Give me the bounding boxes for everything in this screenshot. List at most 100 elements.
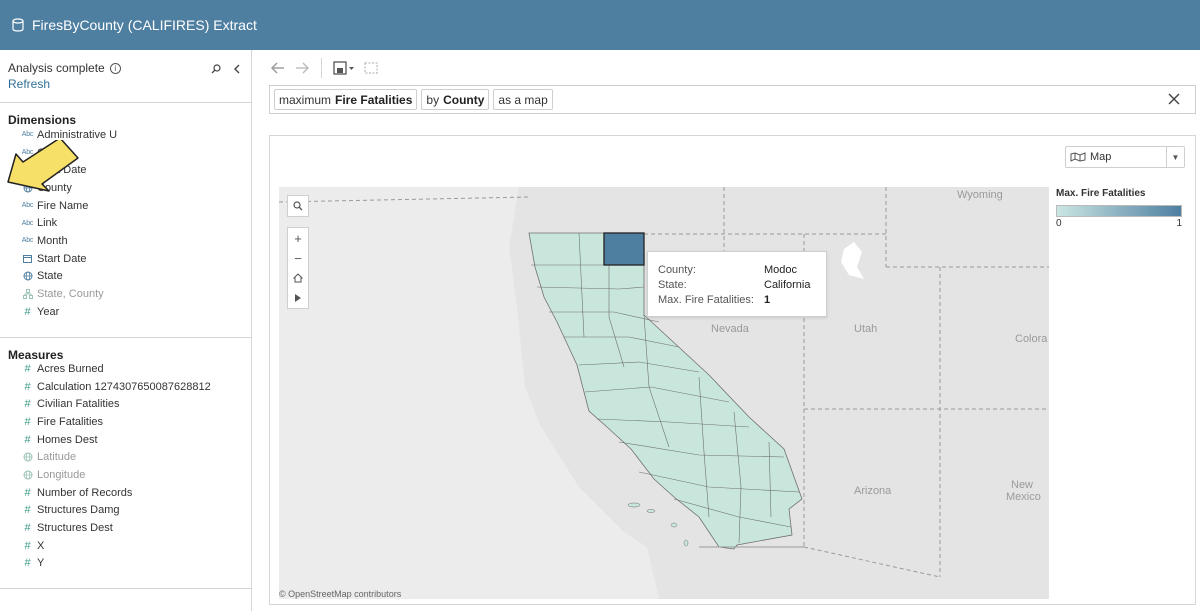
- string-type-icon: Abc: [21, 219, 34, 227]
- number-type-icon: #: [24, 398, 31, 411]
- viz-type-value: Map: [1090, 151, 1112, 163]
- field-label: State: [37, 270, 63, 283]
- query-pill-measure[interactable]: maximum Fire Fatalities: [274, 89, 418, 110]
- field-label: Homes Dest: [37, 433, 98, 446]
- hierarchy-icon: [20, 289, 35, 300]
- field-item[interactable]: Longitude: [20, 466, 211, 484]
- field-item[interactable]: # Acres Burned: [20, 360, 211, 378]
- field-item[interactable]: State: [20, 268, 117, 286]
- number-type-icon: #: [24, 486, 31, 499]
- map-basemap: [279, 187, 1049, 599]
- pill-field: County: [443, 92, 485, 107]
- map-controls: + −: [287, 195, 309, 309]
- back-arrow-icon[interactable]: [270, 61, 286, 75]
- field-label: Y: [37, 557, 45, 570]
- field-item[interactable]: Abc Month: [20, 232, 117, 250]
- panel-divider: [0, 337, 251, 338]
- legend-max: 1: [1176, 218, 1182, 229]
- home-button[interactable]: [288, 268, 308, 288]
- measures-list: # Acres Burned # Calculation 12743076500876…: [20, 360, 211, 572]
- globe-icon: [20, 470, 35, 480]
- query-pill-dimension[interactable]: by County: [421, 89, 490, 110]
- field-item[interactable]: # X: [20, 537, 211, 555]
- field-item[interactable]: # Year: [20, 303, 117, 321]
- field-item[interactable]: # Structures Dest: [20, 519, 211, 537]
- search-icon: [293, 201, 303, 211]
- clear-query-icon[interactable]: [1167, 92, 1181, 106]
- collapse-panel-icon[interactable]: [233, 64, 241, 74]
- number-type-icon: #: [24, 557, 31, 570]
- refresh-link[interactable]: Refresh: [8, 77, 50, 91]
- field-label: Fire Name: [37, 199, 89, 212]
- map-tooltip: County: Modoc State: California Max. Fir…: [647, 251, 827, 317]
- field-label: State, County: [37, 288, 104, 301]
- field-label: Civilian Fatalities: [37, 398, 120, 411]
- map-canvas[interactable]: + − Wyoming Nevada Utah Colora Arizona N…: [279, 187, 1049, 599]
- field-label: Year: [37, 305, 60, 318]
- globe-icon: [20, 452, 35, 462]
- ask-data-bar[interactable]: maximum Fire Fatalities by County as a m…: [269, 85, 1196, 114]
- map-label-utah: Utah: [854, 323, 878, 335]
- tooltip-state-label: State:: [658, 278, 687, 291]
- save-icon[interactable]: [333, 61, 355, 75]
- data-panel: Analysis complete i Refresh Dimensions A…: [0, 50, 252, 611]
- number-type-icon: #: [24, 539, 31, 552]
- pill-prefix: by: [426, 92, 440, 107]
- chevron-down-icon: ▼: [1166, 147, 1184, 167]
- globe-icon: [20, 271, 35, 281]
- map-label-wyoming: Wyoming: [957, 189, 1003, 201]
- pill-field: Fire Fatalities: [335, 92, 413, 107]
- field-label: Longitude: [37, 468, 86, 481]
- map-label-colorado: Colora: [1015, 333, 1048, 345]
- toolbar: [270, 56, 379, 80]
- map-label-nevada: Nevada: [711, 323, 749, 335]
- analysis-status-label: Analysis complete: [8, 61, 105, 75]
- expand-toolbar-button[interactable]: [288, 288, 308, 308]
- field-label: X: [37, 539, 45, 552]
- field-item[interactable]: Start Date: [20, 250, 117, 268]
- map-attribution[interactable]: © OpenStreetMap contributors: [279, 589, 401, 599]
- map-label-new-mexico-1: New: [1011, 479, 1034, 491]
- tooltip-county-label: County:: [658, 263, 696, 276]
- field-item[interactable]: Abc Fire Name: [20, 197, 117, 215]
- viz-type-dropdown[interactable]: Map ▼: [1065, 146, 1185, 168]
- play-icon: [295, 294, 301, 302]
- field-label: Latitude: [37, 451, 77, 464]
- app-header: FiresByCounty (CALIFIRES) Extract: [0, 0, 1200, 50]
- field-label: Fire Fatalities: [37, 415, 104, 428]
- field-item[interactable]: # Civilian Fatalities: [20, 395, 211, 413]
- map-search-button[interactable]: [287, 195, 309, 217]
- number-type-icon: #: [24, 305, 31, 318]
- field-item[interactable]: # Structures Damg: [20, 502, 211, 520]
- field-item[interactable]: # Fire Fatalities: [20, 413, 211, 431]
- refresh-data-icon[interactable]: [363, 61, 379, 75]
- number-type-icon: #: [24, 433, 31, 446]
- field-label: Structures Dest: [37, 522, 113, 535]
- search-icon[interactable]: [211, 64, 221, 74]
- zoom-out-button[interactable]: −: [288, 248, 308, 268]
- field-label: Acres Burned: [37, 362, 104, 375]
- field-item[interactable]: Latitude: [20, 448, 211, 466]
- string-type-icon: Abc: [21, 202, 34, 210]
- number-type-icon: #: [24, 415, 31, 428]
- map-label-arizona: Arizona: [854, 485, 892, 497]
- forward-arrow-icon[interactable]: [294, 61, 310, 75]
- field-item[interactable]: # Y: [20, 555, 211, 573]
- field-item[interactable]: # Homes Dest: [20, 431, 211, 449]
- field-item[interactable]: State, County: [20, 285, 117, 303]
- tooltip-metric-value: 1: [764, 293, 771, 306]
- calendar-icon: [20, 254, 35, 264]
- analysis-status: Analysis complete i: [8, 61, 121, 75]
- zoom-in-button[interactable]: +: [288, 228, 308, 248]
- field-item[interactable]: # Calculation 1274307650087628812: [20, 378, 210, 396]
- database-icon: [12, 18, 24, 32]
- number-type-icon: #: [24, 380, 31, 393]
- visualization-pane: Map ▼ + − Wyoming Nevada Utah Colora Ari…: [269, 135, 1196, 605]
- info-icon[interactable]: i: [109, 62, 121, 74]
- pill-label: as a map: [498, 92, 548, 107]
- tooltip-metric-label: Max. Fire Fatalities:: [658, 293, 754, 306]
- field-item[interactable]: Abc Link: [20, 214, 117, 232]
- query-pill-viz-type[interactable]: as a map: [493, 89, 553, 110]
- field-label: Link: [37, 217, 58, 230]
- field-item[interactable]: # Number of Records: [20, 484, 211, 502]
